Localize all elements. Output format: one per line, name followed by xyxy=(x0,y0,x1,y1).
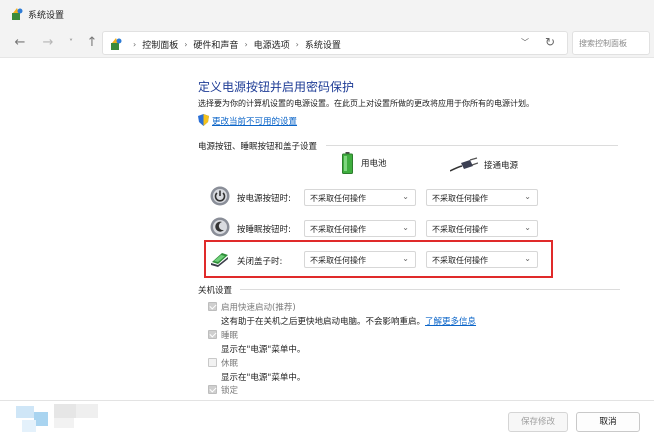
chevron-right-icon: › xyxy=(184,40,188,49)
refresh-icon[interactable]: ↻ xyxy=(545,35,555,49)
sleep-button-icon xyxy=(210,217,230,237)
chevron-down-icon: ⌄ xyxy=(524,223,531,232)
chevron-right-icon: › xyxy=(244,40,248,49)
power-plug-icon xyxy=(450,157,478,172)
section-label-shutdown: 关机设置 xyxy=(198,286,233,296)
page-title: 定义电源按钮并启用密码保护 xyxy=(198,80,355,94)
power-button-battery-select[interactable]: 不采取任何操作 ⌄ xyxy=(304,189,416,206)
select-value: 不采取任何操作 xyxy=(432,256,488,265)
blurred-area xyxy=(16,404,98,432)
section-divider xyxy=(240,289,620,290)
power-button-label: 按电源按钮时: xyxy=(237,194,291,204)
select-value: 不采取任何操作 xyxy=(432,194,488,203)
cancel-button[interactable]: 取消 xyxy=(576,412,640,432)
lid-close-label: 关闭盖子时: xyxy=(237,257,283,267)
column-header-battery: 用电池 xyxy=(342,152,387,174)
breadcrumb-system-settings[interactable]: 系统设置 xyxy=(305,38,341,51)
title-bar: 系统设置 xyxy=(0,0,654,28)
sleep-checkbox[interactable] xyxy=(208,330,217,339)
select-value: 不采取任何操作 xyxy=(310,256,366,265)
plugged-in-label: 接通电源 xyxy=(484,161,519,171)
chevron-right-icon: › xyxy=(133,40,137,49)
section-label-power-buttons: 电源按钮、睡眠按钮和盖子设置 xyxy=(198,142,318,152)
forward-arrow-icon[interactable]: → xyxy=(40,35,56,51)
power-button-icon xyxy=(210,186,230,206)
breadcrumb-hardware-sound[interactable]: 硬件和声音 xyxy=(193,38,238,51)
address-bar[interactable]: › 控制面板 › 硬件和声音 › 电源选项 › 系统设置 ﹀ ↻ xyxy=(102,31,568,55)
search-input[interactable]: 搜索控制面板 xyxy=(572,31,650,55)
search-placeholder: 搜索控制面板 xyxy=(579,39,627,48)
select-value: 不采取任何操作 xyxy=(432,225,488,234)
hibernate-checkbox[interactable] xyxy=(208,358,217,367)
chevron-down-icon: ⌄ xyxy=(402,254,409,263)
breadcrumb-control-panel[interactable]: 控制面板 xyxy=(142,38,178,51)
sleep-button-battery-select[interactable]: 不采取任何操作 ⌄ xyxy=(304,220,416,237)
select-value: 不采取任何操作 xyxy=(310,194,366,203)
chevron-down-icon: ⌄ xyxy=(402,223,409,232)
sleep-button-label: 按睡眠按钮时: xyxy=(237,225,291,235)
navigation-bar: ← → ˅ ↑ › 控制面板 › 硬件和声音 › 电源选项 › 系统设置 ﹀ ↻… xyxy=(0,28,654,58)
sleep-label: 睡眠 xyxy=(221,331,239,341)
power-button-plugged-select[interactable]: 不采取任何操作 ⌄ xyxy=(426,189,538,206)
battery-label: 用电池 xyxy=(361,159,387,169)
lock-checkbox[interactable] xyxy=(208,385,217,394)
lid-close-battery-select[interactable]: 不采取任何操作 ⌄ xyxy=(304,251,416,268)
hibernate-description: 显示在"电源"菜单中。 xyxy=(221,373,306,383)
change-unavailable-settings-link[interactable]: 更改当前不可用的设置 xyxy=(212,115,297,127)
breadcrumb: › 控制面板 › 硬件和声音 › 电源选项 › 系统设置 xyxy=(127,38,341,51)
save-button[interactable]: 保存修改 xyxy=(508,412,568,432)
chevron-down-icon: ⌄ xyxy=(524,192,531,201)
control-panel-icon xyxy=(111,38,122,50)
fast-startup-label: 启用快速启动(推荐) xyxy=(221,303,296,313)
column-header-plugged: 接通电源 xyxy=(450,157,518,173)
laptop-lid-icon xyxy=(211,253,228,267)
battery-icon xyxy=(342,152,353,174)
footer-divider xyxy=(0,400,654,401)
up-arrow-icon[interactable]: ↑ xyxy=(84,35,100,51)
lid-close-plugged-select[interactable]: 不采取任何操作 ⌄ xyxy=(426,251,538,268)
uac-shield-icon xyxy=(198,114,209,126)
sleep-button-plugged-select[interactable]: 不采取任何操作 ⌄ xyxy=(426,220,538,237)
chevron-down-icon[interactable]: ﹀ xyxy=(521,37,529,48)
window-title: 系统设置 xyxy=(28,11,65,21)
select-value: 不采取任何操作 xyxy=(310,225,366,234)
chevron-down-icon: ⌄ xyxy=(402,192,409,201)
sleep-description: 显示在"电源"菜单中。 xyxy=(221,345,306,355)
footer-bar: 保存修改 取消 xyxy=(0,400,654,441)
control-panel-icon xyxy=(12,8,23,20)
fast-startup-checkbox[interactable] xyxy=(208,302,217,311)
breadcrumb-power-options[interactable]: 电源选项 xyxy=(254,38,290,51)
section-divider xyxy=(326,145,618,146)
fast-startup-description: 这有助于在关机之后更快地启动电脑。不会影响重启。了解更多信息 xyxy=(221,317,477,327)
recent-locations-chevron-icon[interactable]: ˅ xyxy=(63,35,79,51)
chevron-down-icon: ⌄ xyxy=(524,254,531,263)
chevron-right-icon: › xyxy=(295,40,299,49)
page-description: 选择要为你的计算机设置的电源设置。在此页上对设置所做的更改将应用于你所有的电源计… xyxy=(198,99,534,108)
learn-more-link[interactable]: 了解更多信息 xyxy=(425,317,476,327)
hibernate-label: 休眠 xyxy=(221,359,239,369)
back-arrow-icon[interactable]: ← xyxy=(12,35,28,51)
lock-label: 锁定 xyxy=(221,386,239,396)
